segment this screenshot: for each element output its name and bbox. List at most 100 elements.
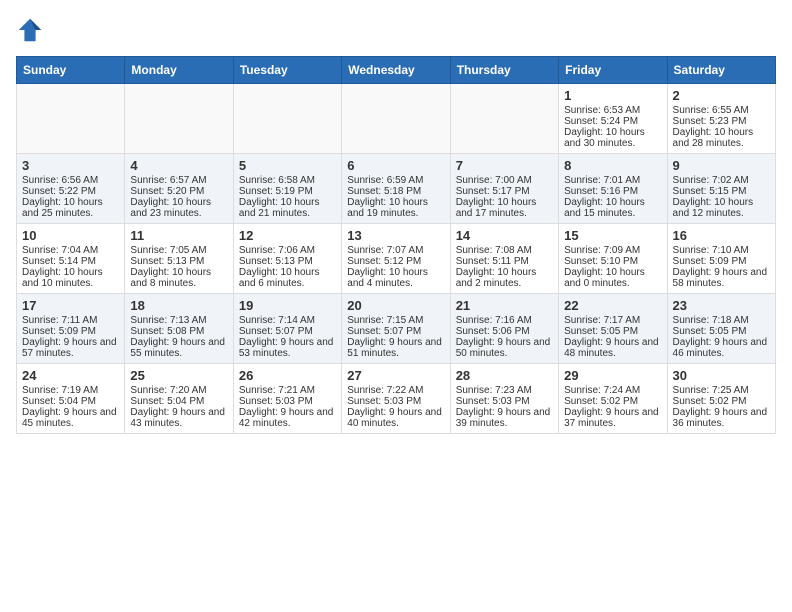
sunrise-text: Sunrise: 7:09 AM (564, 245, 661, 256)
daylight-text: Daylight: 9 hours and 39 minutes. (456, 407, 553, 429)
sunset-text: Sunset: 5:12 PM (347, 256, 444, 267)
sunrise-text: Sunrise: 7:18 AM (673, 315, 770, 326)
sunset-text: Sunset: 5:13 PM (239, 256, 336, 267)
calendar-header-row: SundayMondayTuesdayWednesdayThursdayFrid… (17, 57, 776, 84)
calendar-cell: 18Sunrise: 7:13 AMSunset: 5:08 PMDayligh… (125, 294, 233, 364)
daylight-text: Daylight: 9 hours and 37 minutes. (564, 407, 661, 429)
sunrise-text: Sunrise: 7:25 AM (673, 385, 770, 396)
day-number: 25 (130, 368, 227, 383)
calendar-cell (233, 84, 341, 154)
calendar-cell: 13Sunrise: 7:07 AMSunset: 5:12 PMDayligh… (342, 224, 450, 294)
sunrise-text: Sunrise: 7:16 AM (456, 315, 553, 326)
calendar-cell: 15Sunrise: 7:09 AMSunset: 5:10 PMDayligh… (559, 224, 667, 294)
sunrise-text: Sunrise: 6:53 AM (564, 105, 661, 116)
sunset-text: Sunset: 5:20 PM (130, 186, 227, 197)
sunset-text: Sunset: 5:23 PM (673, 116, 770, 127)
sunset-text: Sunset: 5:09 PM (673, 256, 770, 267)
calendar-cell: 6Sunrise: 6:59 AMSunset: 5:18 PMDaylight… (342, 154, 450, 224)
sunrise-text: Sunrise: 7:20 AM (130, 385, 227, 396)
sunrise-text: Sunrise: 7:05 AM (130, 245, 227, 256)
daylight-text: Daylight: 10 hours and 0 minutes. (564, 267, 661, 289)
calendar-cell: 21Sunrise: 7:16 AMSunset: 5:06 PMDayligh… (450, 294, 558, 364)
sunrise-text: Sunrise: 7:22 AM (347, 385, 444, 396)
day-number: 28 (456, 368, 553, 383)
sunrise-text: Sunrise: 7:19 AM (22, 385, 119, 396)
day-number: 13 (347, 228, 444, 243)
logo-icon (16, 16, 44, 44)
sunrise-text: Sunrise: 7:14 AM (239, 315, 336, 326)
sunset-text: Sunset: 5:06 PM (456, 326, 553, 337)
calendar-cell: 9Sunrise: 7:02 AMSunset: 5:15 PMDaylight… (667, 154, 775, 224)
calendar-cell: 14Sunrise: 7:08 AMSunset: 5:11 PMDayligh… (450, 224, 558, 294)
sunset-text: Sunset: 5:02 PM (564, 396, 661, 407)
daylight-text: Daylight: 9 hours and 43 minutes. (130, 407, 227, 429)
day-number: 17 (22, 298, 119, 313)
daylight-text: Daylight: 9 hours and 58 minutes. (673, 267, 770, 289)
day-number: 10 (22, 228, 119, 243)
sunrise-text: Sunrise: 7:13 AM (130, 315, 227, 326)
sunset-text: Sunset: 5:13 PM (130, 256, 227, 267)
daylight-text: Daylight: 9 hours and 55 minutes. (130, 337, 227, 359)
weekday-header: Sunday (17, 57, 125, 84)
logo (16, 16, 48, 44)
sunrise-text: Sunrise: 7:04 AM (22, 245, 119, 256)
daylight-text: Daylight: 9 hours and 53 minutes. (239, 337, 336, 359)
calendar-table: SundayMondayTuesdayWednesdayThursdayFrid… (16, 56, 776, 434)
day-number: 29 (564, 368, 661, 383)
day-number: 8 (564, 158, 661, 173)
sunrise-text: Sunrise: 6:58 AM (239, 175, 336, 186)
sunset-text: Sunset: 5:16 PM (564, 186, 661, 197)
calendar-cell: 4Sunrise: 6:57 AMSunset: 5:20 PMDaylight… (125, 154, 233, 224)
sunset-text: Sunset: 5:22 PM (22, 186, 119, 197)
calendar-cell: 30Sunrise: 7:25 AMSunset: 5:02 PMDayligh… (667, 364, 775, 434)
day-number: 6 (347, 158, 444, 173)
sunset-text: Sunset: 5:03 PM (347, 396, 444, 407)
weekday-header: Wednesday (342, 57, 450, 84)
day-number: 12 (239, 228, 336, 243)
day-number: 4 (130, 158, 227, 173)
calendar-cell (450, 84, 558, 154)
sunrise-text: Sunrise: 7:11 AM (22, 315, 119, 326)
calendar-cell: 5Sunrise: 6:58 AMSunset: 5:19 PMDaylight… (233, 154, 341, 224)
day-number: 9 (673, 158, 770, 173)
day-number: 22 (564, 298, 661, 313)
sunset-text: Sunset: 5:19 PM (239, 186, 336, 197)
day-number: 27 (347, 368, 444, 383)
sunrise-text: Sunrise: 7:08 AM (456, 245, 553, 256)
sunset-text: Sunset: 5:18 PM (347, 186, 444, 197)
calendar-cell: 10Sunrise: 7:04 AMSunset: 5:14 PMDayligh… (17, 224, 125, 294)
sunrise-text: Sunrise: 6:55 AM (673, 105, 770, 116)
calendar-cell: 23Sunrise: 7:18 AMSunset: 5:05 PMDayligh… (667, 294, 775, 364)
calendar-cell: 7Sunrise: 7:00 AMSunset: 5:17 PMDaylight… (450, 154, 558, 224)
calendar-cell: 3Sunrise: 6:56 AMSunset: 5:22 PMDaylight… (17, 154, 125, 224)
sunset-text: Sunset: 5:09 PM (22, 326, 119, 337)
weekday-header: Monday (125, 57, 233, 84)
sunset-text: Sunset: 5:03 PM (239, 396, 336, 407)
day-number: 30 (673, 368, 770, 383)
day-number: 14 (456, 228, 553, 243)
daylight-text: Daylight: 9 hours and 45 minutes. (22, 407, 119, 429)
sunrise-text: Sunrise: 7:10 AM (673, 245, 770, 256)
calendar-cell: 20Sunrise: 7:15 AMSunset: 5:07 PMDayligh… (342, 294, 450, 364)
calendar-cell: 22Sunrise: 7:17 AMSunset: 5:05 PMDayligh… (559, 294, 667, 364)
calendar-cell: 26Sunrise: 7:21 AMSunset: 5:03 PMDayligh… (233, 364, 341, 434)
daylight-text: Daylight: 9 hours and 48 minutes. (564, 337, 661, 359)
daylight-text: Daylight: 9 hours and 51 minutes. (347, 337, 444, 359)
day-number: 18 (130, 298, 227, 313)
sunrise-text: Sunrise: 7:00 AM (456, 175, 553, 186)
daylight-text: Daylight: 10 hours and 21 minutes. (239, 197, 336, 219)
calendar-cell: 11Sunrise: 7:05 AMSunset: 5:13 PMDayligh… (125, 224, 233, 294)
calendar-week-row: 24Sunrise: 7:19 AMSunset: 5:04 PMDayligh… (17, 364, 776, 434)
calendar-cell: 27Sunrise: 7:22 AMSunset: 5:03 PMDayligh… (342, 364, 450, 434)
calendar-cell: 17Sunrise: 7:11 AMSunset: 5:09 PMDayligh… (17, 294, 125, 364)
sunset-text: Sunset: 5:15 PM (673, 186, 770, 197)
calendar-cell: 29Sunrise: 7:24 AMSunset: 5:02 PMDayligh… (559, 364, 667, 434)
daylight-text: Daylight: 10 hours and 28 minutes. (673, 127, 770, 149)
calendar-cell: 28Sunrise: 7:23 AMSunset: 5:03 PMDayligh… (450, 364, 558, 434)
calendar-cell (342, 84, 450, 154)
day-number: 15 (564, 228, 661, 243)
calendar-cell: 12Sunrise: 7:06 AMSunset: 5:13 PMDayligh… (233, 224, 341, 294)
daylight-text: Daylight: 10 hours and 2 minutes. (456, 267, 553, 289)
daylight-text: Daylight: 10 hours and 30 minutes. (564, 127, 661, 149)
sunrise-text: Sunrise: 7:06 AM (239, 245, 336, 256)
